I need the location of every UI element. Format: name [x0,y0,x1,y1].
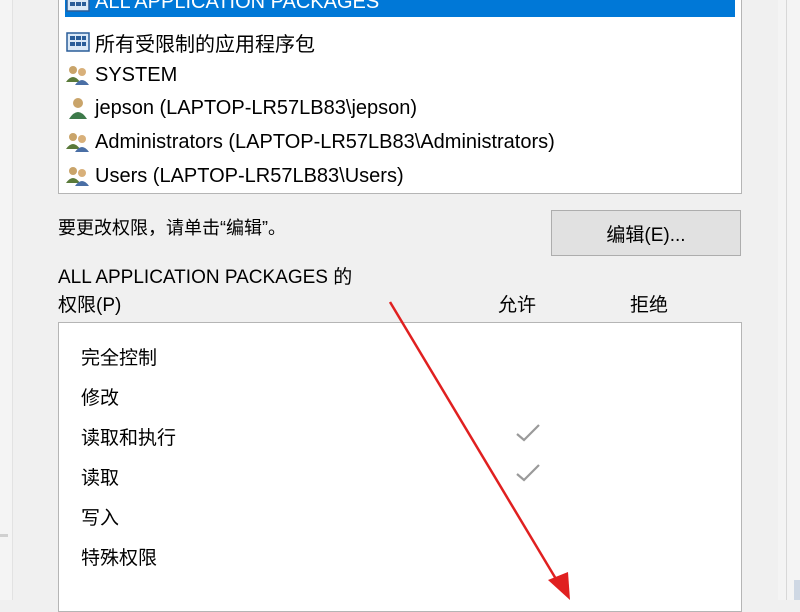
permission-label: 写入 [81,508,120,529]
list-item-system[interactable]: SYSTEM [65,60,177,90]
permissions-list[interactable]: 完全控制 修改 读取和执行 读取 写入 特殊权限 [58,322,742,612]
permission-row-modify: 修改 [81,379,731,409]
edit-permissions-hint: 要更改权限，请单击“编辑”。 [58,218,286,238]
user-group-icon [65,165,91,187]
window-right-edge [778,0,800,600]
group-user-list[interactable]: ALL APPLICATION PACKAGES 所有受限制的应用程序包 SYS… [58,0,742,194]
edit-button[interactable]: 编辑(E)... [551,210,741,256]
permission-label: 完全控制 [81,348,158,369]
permission-label: 修改 [81,388,120,409]
window-left-edge [0,0,13,600]
frame-edge-line [786,0,787,600]
list-item-users[interactable]: Users (LAPTOP-LR57LB83\Users) [65,161,404,191]
permissions-title: ALL APPLICATION PACKAGES 的 [58,267,353,288]
user-group-icon [65,64,91,86]
list-item-all-application-packages[interactable]: ALL APPLICATION PACKAGES [65,0,735,17]
frame-tick [0,534,8,537]
permission-row-read: 读取 [81,459,731,489]
list-item-jepson[interactable]: jepson (LAPTOP-LR57LB83\jepson) [65,93,417,123]
user-group-icon [65,131,91,153]
permission-row-write: 写入 [81,499,731,529]
list-item-label: Users (LAPTOP-LR57LB83\Users) [95,164,404,187]
column-header-allow: 允许 [498,295,537,316]
list-item-label: SYSTEM [95,63,178,86]
permission-row-special: 特殊权限 [81,539,731,569]
checkmark-icon [513,419,543,447]
checkmark-icon [513,459,543,487]
permissions-title-suffix: 权限(P) [58,295,122,316]
permission-label: 读取 [81,468,120,489]
column-header-deny: 拒绝 [630,295,669,316]
list-item-label: Administrators (LAPTOP-LR57LB83\Administ… [95,130,555,153]
user-icon [65,97,91,119]
permission-row-read-execute: 读取和执行 [81,419,731,449]
list-item-label: 所有受限制的应用程序包 [95,33,315,56]
permission-label: 特殊权限 [81,548,158,569]
list-item-label: jepson (LAPTOP-LR57LB83\jepson) [95,96,418,119]
list-item-administrators[interactable]: Administrators (LAPTOP-LR57LB83\Administ… [65,127,555,157]
permission-label: 读取和执行 [81,428,177,449]
list-item-restricted-app-packages[interactable]: 所有受限制的应用程序包 [65,27,315,57]
list-item-label: ALL APPLICATION PACKAGES [95,0,380,13]
app-package-icon [65,0,91,13]
frame-tick [794,580,800,600]
permission-row-full-control: 完全控制 [81,339,731,369]
app-package-icon [65,31,91,53]
